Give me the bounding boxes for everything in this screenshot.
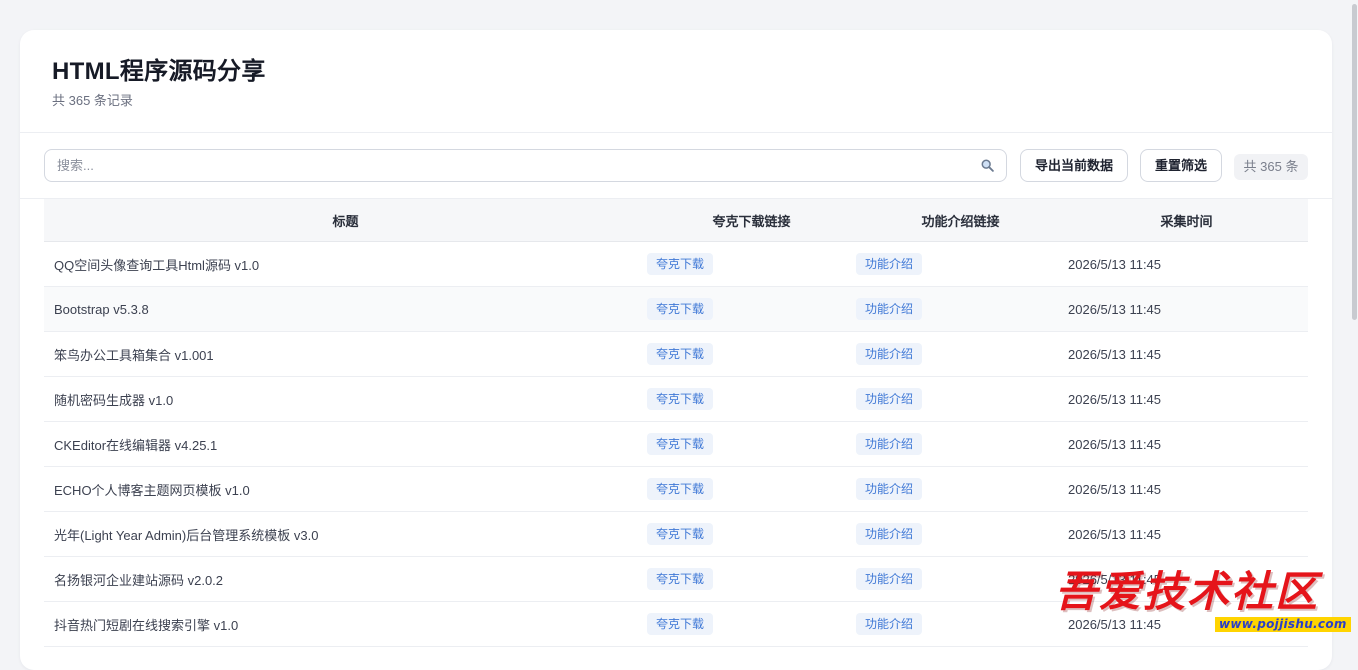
row-title: 抖音热门短剧在线搜索引擎 v1.0	[44, 601, 647, 647]
watermark-logo: 吾爱技术社区 www.pojjishu.com	[1055, 568, 1353, 638]
row-time: 2026/5/13 11:45	[1065, 376, 1308, 422]
search-box[interactable]	[44, 149, 1007, 182]
reset-filter-button[interactable]: 重置筛选	[1140, 149, 1222, 182]
download-link[interactable]: 夸克下载	[647, 343, 714, 365]
row-title: Bootstrap v5.3.8	[44, 286, 647, 332]
intro-link[interactable]: 功能介绍	[856, 478, 923, 500]
table-row: ECHO个人博客主题网页模板 v1.0 夸克下载 功能介绍 2026/5/13 …	[44, 466, 1308, 512]
table-row: Bootstrap v5.3.8 夸克下载 功能介绍 2026/5/13 11:…	[44, 286, 1308, 332]
row-title: CKEditor在线编辑器 v4.25.1	[44, 421, 647, 467]
column-header-time[interactable]: 采集时间	[1065, 199, 1308, 242]
record-count-subtitle: 共 365 条记录	[52, 93, 133, 108]
watermark-url: www.pojjishu.com	[1215, 617, 1351, 632]
column-header-download[interactable]: 夸克下载链接	[647, 199, 856, 242]
row-time: 2026/5/13 11:45	[1065, 241, 1308, 287]
toolbar: 导出当前数据 重置筛选 共 365 条	[20, 133, 1332, 199]
intro-link[interactable]: 功能介绍	[856, 343, 923, 365]
total-count-badge: 共 365 条	[1234, 154, 1308, 180]
column-header-title[interactable]: 标题	[44, 199, 647, 242]
download-link[interactable]: 夸克下载	[647, 568, 714, 590]
row-title: 光年(Light Year Admin)后台管理系统模板 v3.0	[44, 511, 647, 557]
table-row: 笨鸟办公工具箱集合 v1.001 夸克下载 功能介绍 2026/5/13 11:…	[44, 331, 1308, 377]
download-link[interactable]: 夸克下载	[647, 388, 714, 410]
download-link[interactable]: 夸克下载	[647, 613, 714, 635]
table-row: 随机密码生成器 v1.0 夸克下载 功能介绍 2026/5/13 11:45	[44, 376, 1308, 422]
scrollbar-thumb[interactable]	[1352, 4, 1357, 320]
row-title: ECHO个人博客主题网页模板 v1.0	[44, 466, 647, 512]
download-link[interactable]: 夸克下载	[647, 433, 714, 455]
page-scrollbar[interactable]	[1351, 0, 1358, 650]
download-link[interactable]: 夸克下载	[647, 298, 714, 320]
intro-link[interactable]: 功能介绍	[856, 523, 923, 545]
watermark-text: 吾爱技术社区	[1055, 567, 1320, 616]
row-time: 2026/5/13 11:45	[1065, 511, 1308, 557]
row-title: 笨鸟办公工具箱集合 v1.001	[44, 331, 647, 377]
row-title: 名扬银河企业建站源码 v2.0.2	[44, 556, 647, 602]
row-time: 2026/5/13 11:45	[1065, 466, 1308, 512]
intro-link[interactable]: 功能介绍	[856, 433, 923, 455]
page-title: HTML程序源码分享	[52, 58, 266, 85]
intro-link[interactable]: 功能介绍	[856, 298, 923, 320]
row-time: 2026/5/13 11:45	[1065, 421, 1308, 467]
table-header-row: 标题 夸克下载链接 功能介绍链接 采集时间	[44, 199, 1308, 242]
download-link[interactable]: 夸克下载	[647, 478, 714, 500]
intro-link[interactable]: 功能介绍	[856, 388, 923, 410]
search-icon[interactable]	[981, 159, 994, 172]
search-input[interactable]	[57, 150, 957, 181]
download-link[interactable]: 夸克下载	[647, 253, 714, 275]
row-title: QQ空间头像查询工具Html源码 v1.0	[44, 241, 647, 287]
export-button[interactable]: 导出当前数据	[1020, 149, 1128, 182]
intro-link[interactable]: 功能介绍	[856, 568, 923, 590]
intro-link[interactable]: 功能介绍	[856, 253, 923, 275]
row-time: 2026/5/13 11:45	[1065, 331, 1308, 377]
card-header: HTML程序源码分享 共 365 条记录	[20, 30, 1332, 133]
row-title: 随机密码生成器 v1.0	[44, 376, 647, 422]
table-row: 光年(Light Year Admin)后台管理系统模板 v3.0 夸克下载 功…	[44, 511, 1308, 557]
table-row: CKEditor在线编辑器 v4.25.1 夸克下载 功能介绍 2026/5/1…	[44, 421, 1308, 467]
intro-link[interactable]: 功能介绍	[856, 613, 923, 635]
download-link[interactable]: 夸克下载	[647, 523, 714, 545]
column-header-intro[interactable]: 功能介绍链接	[856, 199, 1065, 242]
row-time: 2026/5/13 11:45	[1065, 286, 1308, 332]
table-row: QQ空间头像查询工具Html源码 v1.0 夸克下载 功能介绍 2026/5/1…	[44, 241, 1308, 287]
